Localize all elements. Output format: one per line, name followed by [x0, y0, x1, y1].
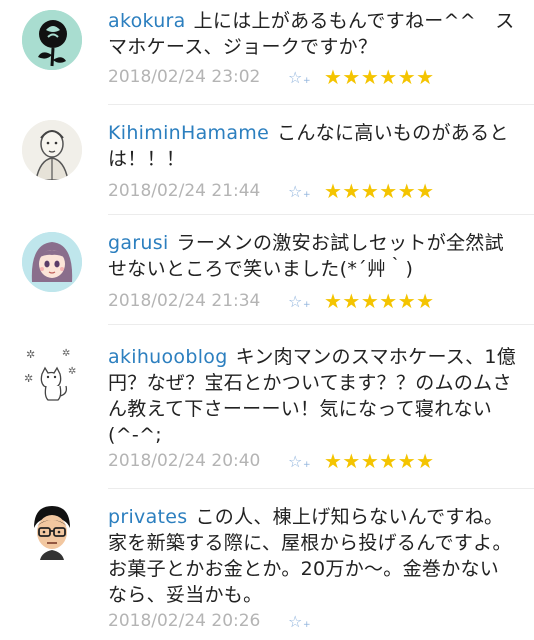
- star-rating: ★★★★★★: [324, 289, 435, 313]
- star-outline-icon: ☆: [288, 291, 303, 311]
- add-star-button[interactable]: ☆ +: [288, 182, 324, 201]
- star-outline-icon: ☆: [288, 67, 303, 87]
- portrait-sketch-icon: [22, 120, 82, 180]
- comment-meta: 2018/02/24 21:44 ☆ + ★★★★★★: [108, 178, 435, 204]
- comment-body: akokura 上には上があるもんですねー^^ スマホケース、ジョークですか？: [108, 8, 518, 60]
- timestamp: 2018/02/24 21:44: [108, 181, 261, 201]
- avatar[interactable]: [22, 500, 82, 560]
- avatar[interactable]: [22, 120, 82, 180]
- plus-icon: +: [303, 75, 311, 86]
- anime-girl-icon: [22, 232, 82, 292]
- comment-meta: 2018/02/24 20:26 ☆ +: [108, 608, 324, 634]
- star-rating: ★★★★★★: [324, 65, 435, 89]
- svg-text:✲: ✲: [26, 348, 35, 361]
- comment-meta: 2018/02/24 23:02 ☆ + ★★★★★★: [108, 64, 435, 90]
- star-outline-icon: ☆: [288, 611, 303, 631]
- add-star-button[interactable]: ☆ +: [288, 452, 324, 471]
- timestamp: 2018/02/24 20:26: [108, 611, 261, 631]
- cat-doodle-icon: ✲ ✲ ✲ ✲: [22, 344, 82, 404]
- rose-icon: [22, 10, 82, 70]
- avatar[interactable]: [22, 10, 82, 70]
- username-link[interactable]: KihiminHamame: [108, 122, 269, 144]
- username-link[interactable]: akihuooblog: [108, 346, 228, 368]
- glasses-man-icon: [22, 500, 82, 560]
- svg-text:✲: ✲: [24, 372, 33, 385]
- star-outline-icon: ☆: [288, 181, 303, 201]
- username-link[interactable]: privates: [108, 506, 187, 528]
- add-star-button[interactable]: ☆ +: [288, 612, 324, 631]
- timestamp: 2018/02/24 23:02: [108, 67, 261, 87]
- add-star-button[interactable]: ☆ +: [288, 68, 324, 87]
- divider: [108, 104, 534, 105]
- divider: [108, 488, 534, 489]
- svg-text:✲: ✲: [62, 348, 70, 359]
- divider: [108, 324, 534, 325]
- avatar[interactable]: ✲ ✲ ✲ ✲: [22, 344, 82, 404]
- star-rating: ★★★★★★: [324, 449, 435, 473]
- plus-icon: +: [303, 299, 311, 310]
- plus-icon: +: [303, 189, 311, 200]
- add-star-button[interactable]: ☆ +: [288, 292, 324, 311]
- svg-text:✲: ✲: [68, 366, 76, 377]
- comment-body: garusi ラーメンの激安お試しセットが全然試せないところで笑いました(*´艸｀…: [108, 230, 518, 282]
- avatar[interactable]: [22, 232, 82, 292]
- star-rating: ★★★★★★: [324, 179, 435, 203]
- comment-meta: 2018/02/24 21:34 ☆ + ★★★★★★: [108, 288, 435, 314]
- comment-body: privates この人、棟上げ知らないんですね。家を新築する際に、屋根から投げる…: [108, 504, 518, 608]
- username-link[interactable]: garusi: [108, 232, 169, 254]
- divider: [108, 214, 534, 215]
- username-link[interactable]: akokura: [108, 10, 186, 32]
- comment-body: akihuooblog キン肉マンのスマホケース、1億円？なぜ？宝石とかついてます…: [108, 344, 518, 448]
- plus-icon: +: [303, 459, 311, 470]
- comment-meta: 2018/02/24 20:40 ☆ + ★★★★★★: [108, 448, 435, 474]
- timestamp: 2018/02/24 20:40: [108, 451, 261, 471]
- star-outline-icon: ☆: [288, 451, 303, 471]
- timestamp: 2018/02/24 21:34: [108, 291, 261, 311]
- plus-icon: +: [303, 619, 311, 630]
- comment-body: KihiminHamame こんなに高いものがあるとは！！！: [108, 120, 518, 172]
